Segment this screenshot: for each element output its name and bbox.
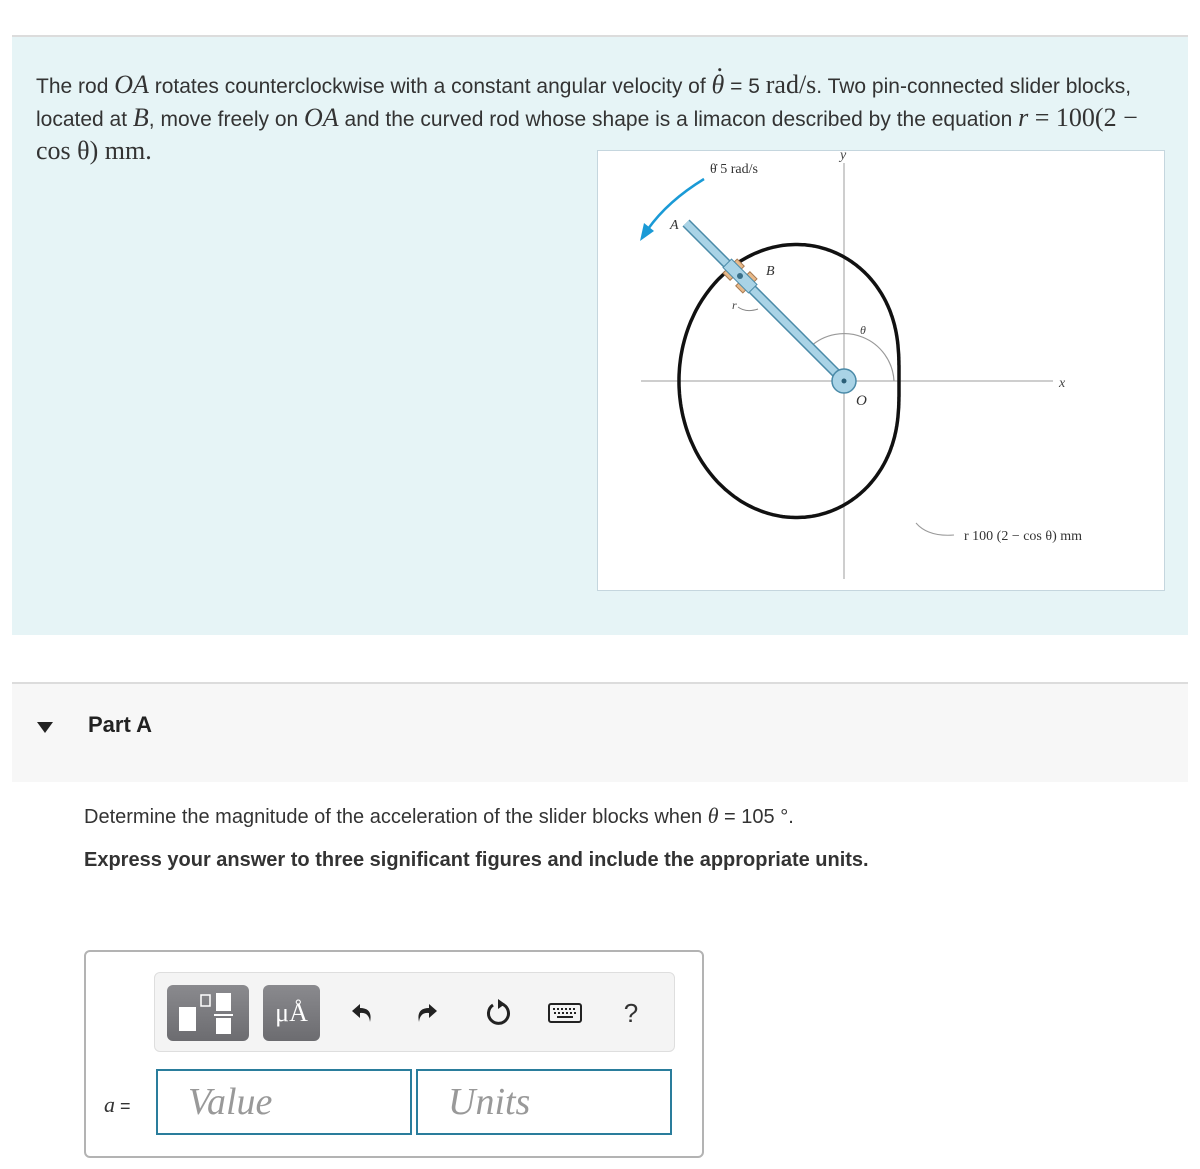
collapse-caret-icon[interactable] [37, 722, 53, 733]
problem-text-segment: The rod [36, 75, 115, 98]
fraction-templates-icon [179, 993, 233, 1034]
b-label: B [766, 264, 775, 279]
answer-variable-label: a = [104, 1092, 131, 1118]
problem-text-segment: and the curved rod whose shape is a lima… [338, 108, 1019, 131]
undo-button[interactable] [345, 995, 381, 1031]
a-label: A [669, 218, 679, 233]
answer-variable: a [104, 1092, 115, 1117]
rod-name: OA [114, 70, 149, 99]
r-leader [737, 306, 759, 312]
curve-leader [915, 522, 955, 536]
help-icon: ? [623, 997, 639, 1028]
equation-variable: r [1018, 103, 1029, 132]
rod-name: OA [304, 103, 339, 132]
reset-icon [486, 999, 510, 1025]
redo-icon [418, 1004, 437, 1022]
pivot-pin [841, 378, 847, 384]
problem-text-segment: = 5 [724, 75, 766, 98]
problem-statement-panel: The rod OA rotates counterclockwise with… [12, 35, 1188, 635]
answer-box: μÅ ? a = Value Units [84, 950, 704, 1158]
equals-sign: = [115, 1096, 131, 1116]
undo-icon [352, 1004, 371, 1022]
math-toolbar: μÅ ? [154, 972, 675, 1052]
problem-text-segment: rotates counterclockwise with a constant… [148, 75, 712, 98]
problem-text-segment: , move freely on [148, 108, 305, 131]
reset-button[interactable] [481, 995, 517, 1031]
keyboard-icon [548, 1003, 582, 1023]
theta-dot-symbol: θ [712, 47, 725, 100]
y-axis-label: y [838, 151, 847, 163]
value-input[interactable] [156, 1069, 412, 1135]
redo-button[interactable] [408, 995, 444, 1031]
o-label: O [856, 393, 867, 409]
point-b-label: B [132, 103, 149, 132]
curve-equation-label: r 100 (2 − cos θ) mm [964, 529, 1082, 544]
figure-svg: x y θ r B A O θ̇ 5 rad/s r 100 (2 − cos … [640, 151, 1082, 579]
part-title: Part A [88, 712, 152, 737]
question-value: = 105 °. [718, 806, 794, 828]
question-theta: θ [707, 803, 719, 828]
r-label: r [732, 298, 737, 312]
question-prefix: Determine the magnitude of the accelerat… [84, 806, 708, 828]
x-axis-label: x [1058, 376, 1066, 391]
units-icon: μÅ [275, 998, 308, 1027]
velocity-unit: rad/s [765, 70, 817, 99]
question-text: Determine the magnitude of the accelerat… [84, 803, 794, 829]
problem-text-segment: . [145, 136, 152, 165]
units-input[interactable] [416, 1069, 672, 1135]
angular-velocity-label: θ̇ 5 rad/s [710, 162, 758, 177]
keyboard-button[interactable] [547, 995, 583, 1031]
templates-button[interactable] [167, 985, 249, 1041]
help-button[interactable]: ? [613, 995, 649, 1031]
units-button[interactable]: μÅ [263, 985, 320, 1041]
instruction-text: Express your answer to three significant… [84, 849, 869, 871]
mechanism-figure: x y θ r B A O θ̇ 5 rad/s r 100 (2 − cos … [597, 150, 1165, 591]
theta-label: θ [860, 323, 866, 337]
part-a-header[interactable]: Part A [12, 682, 1188, 782]
